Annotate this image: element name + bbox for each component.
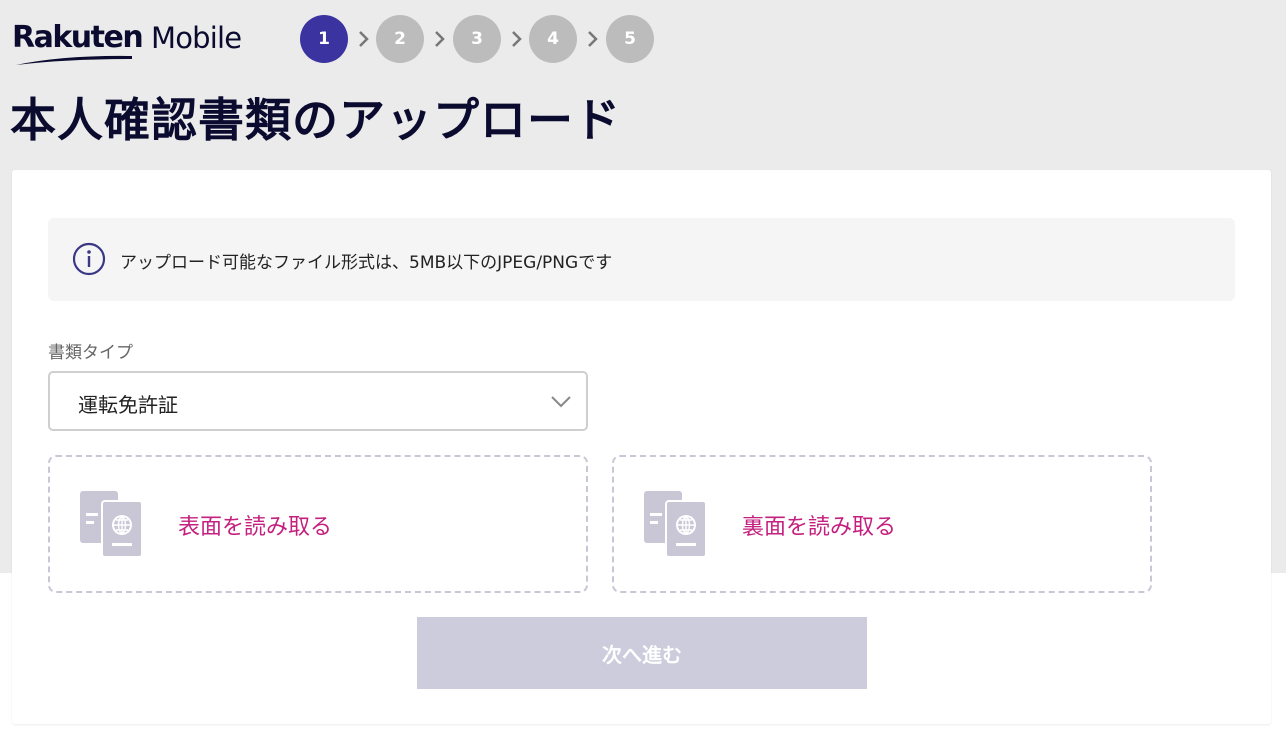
chevron-right-icon (588, 31, 598, 47)
next-button[interactable]: 次へ進む (417, 617, 867, 689)
notice-text: アップロード可能なファイル形式は、5MB以下のJPEG/PNGです (120, 253, 613, 273)
file-format-notice: アップロード可能なファイル形式は、5MB以下のJPEG/PNGです (48, 218, 1235, 301)
document-type-select[interactable]: 運転免許証 (48, 371, 588, 431)
logo-rakuten-text: Rakuten (12, 20, 144, 55)
header: Rakuten Mobile 1 2 3 4 5 (12, 14, 712, 66)
chevron-down-icon (551, 396, 571, 408)
info-icon (72, 242, 106, 276)
document-type-value: 運転免許証 (78, 393, 178, 417)
step-3: 3 (453, 15, 501, 63)
step-1: 1 (300, 15, 348, 63)
logo-mobile-text: Mobile (151, 21, 242, 55)
id-document-icon (644, 491, 706, 557)
rakuten-mobile-logo: Rakuten Mobile (12, 20, 252, 65)
step-2: 2 (376, 15, 424, 63)
scan-front-label: 表面を読み取る (178, 515, 333, 540)
step-5: 5 (606, 15, 654, 63)
chevron-right-icon (435, 31, 445, 47)
scan-back-button[interactable]: 裏面を読み取る (612, 455, 1152, 593)
id-document-icon (80, 491, 142, 557)
page-title: 本人確認書類のアップロード (10, 93, 621, 147)
step-indicator: 1 2 3 4 5 (300, 15, 700, 63)
document-type-label: 書類タイプ (48, 343, 133, 363)
scan-back-label: 裏面を読み取る (742, 515, 897, 540)
scan-front-button[interactable]: 表面を読み取る (48, 455, 588, 593)
upload-card: アップロード可能なファイル形式は、5MB以下のJPEG/PNGです 書類タイプ … (12, 170, 1271, 724)
step-4: 4 (529, 15, 577, 63)
logo-swoosh-icon (16, 55, 132, 65)
chevron-right-icon (512, 31, 522, 47)
chevron-right-icon (359, 31, 369, 47)
